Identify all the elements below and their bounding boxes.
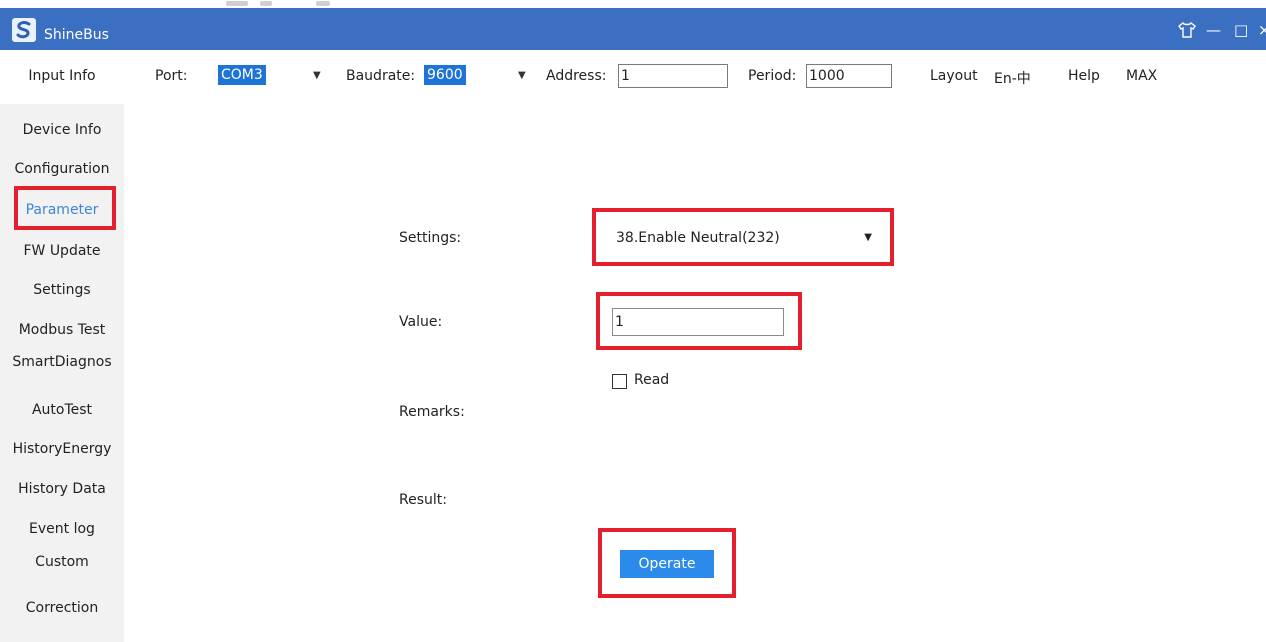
result-label: Result: [399, 492, 447, 508]
baudrate-label: Baudrate: [346, 68, 416, 84]
sidebar-item-correction[interactable]: Correction [0, 600, 124, 616]
port-select[interactable]: COM3 ▼ [218, 62, 328, 88]
logo-s-icon [16, 21, 31, 39]
sidebar: Device Info Configuration Parameter FW U… [0, 104, 124, 642]
operate-button[interactable]: Operate [620, 550, 714, 578]
sidebar-item-fw-update[interactable]: FW Update [0, 243, 124, 259]
sidebar-item-configuration[interactable]: Configuration [0, 161, 124, 177]
menu-layout[interactable]: Layout [930, 68, 978, 84]
sidebar-item-event-log[interactable]: Event log [0, 521, 124, 537]
value-label: Value: [399, 314, 443, 330]
decor-dash [316, 1, 330, 6]
baudrate-select[interactable]: 9600 ▼ [424, 62, 528, 88]
app-logo-icon [12, 18, 36, 42]
menu-language[interactable]: En-中 [994, 68, 1031, 88]
app-title: ShineBus [44, 27, 109, 43]
baudrate-value: 9600 [424, 65, 466, 85]
sidebar-item-modbus-test[interactable]: Modbus Test [0, 322, 124, 338]
read-checkbox[interactable] [612, 374, 627, 389]
period-label: Period: [748, 68, 797, 84]
chevron-down-icon: ▼ [864, 232, 872, 243]
chevron-down-icon: ▼ [518, 70, 526, 81]
chevron-down-icon: ▼ [313, 70, 321, 81]
sidebar-item-custom[interactable]: Custom [0, 554, 124, 570]
address-input[interactable]: 1 [618, 64, 728, 88]
minimize-icon[interactable]: — [1206, 22, 1221, 38]
port-value: COM3 [218, 65, 266, 85]
highlight-box-parameter [14, 186, 116, 230]
sidebar-item-historyenergy[interactable]: HistoryEnergy [0, 441, 124, 457]
settings-label: Settings: [399, 230, 462, 246]
input-info-tab[interactable]: Input Info [0, 68, 124, 84]
menu-max[interactable]: MAX [1126, 68, 1157, 84]
period-input[interactable]: 1000 [806, 64, 892, 88]
sidebar-item-autotest[interactable]: AutoTest [0, 402, 124, 418]
port-label: Port: [155, 68, 188, 84]
decor-dash [226, 1, 248, 6]
title-bar: ShineBus — □ × [0, 0, 1266, 50]
title-top-strip [0, 0, 1266, 8]
settings-select[interactable]: 38.Enable Neutral(232) ▼ [606, 222, 880, 252]
address-label: Address: [546, 68, 607, 84]
sidebar-item-history-data[interactable]: History Data [0, 481, 124, 497]
menu-help[interactable]: Help [1068, 68, 1100, 84]
sidebar-item-device-info[interactable]: Device Info [0, 122, 124, 138]
settings-value: 38.Enable Neutral(232) [616, 230, 780, 246]
decor-dash [260, 1, 272, 6]
sidebar-item-smartdiagnos[interactable]: SmartDiagnos [0, 354, 124, 370]
read-checkbox-label: Read [634, 372, 670, 388]
sidebar-item-settings[interactable]: Settings [0, 282, 124, 298]
remarks-label: Remarks: [399, 404, 465, 420]
close-icon[interactable]: × [1258, 22, 1266, 38]
maximize-icon[interactable]: □ [1234, 22, 1248, 38]
skin-icon[interactable] [1178, 21, 1196, 41]
value-input[interactable]: 1 [612, 308, 784, 336]
toolbar: Port: COM3 ▼ Baudrate: 9600 ▼ Address: 1… [0, 50, 1266, 104]
